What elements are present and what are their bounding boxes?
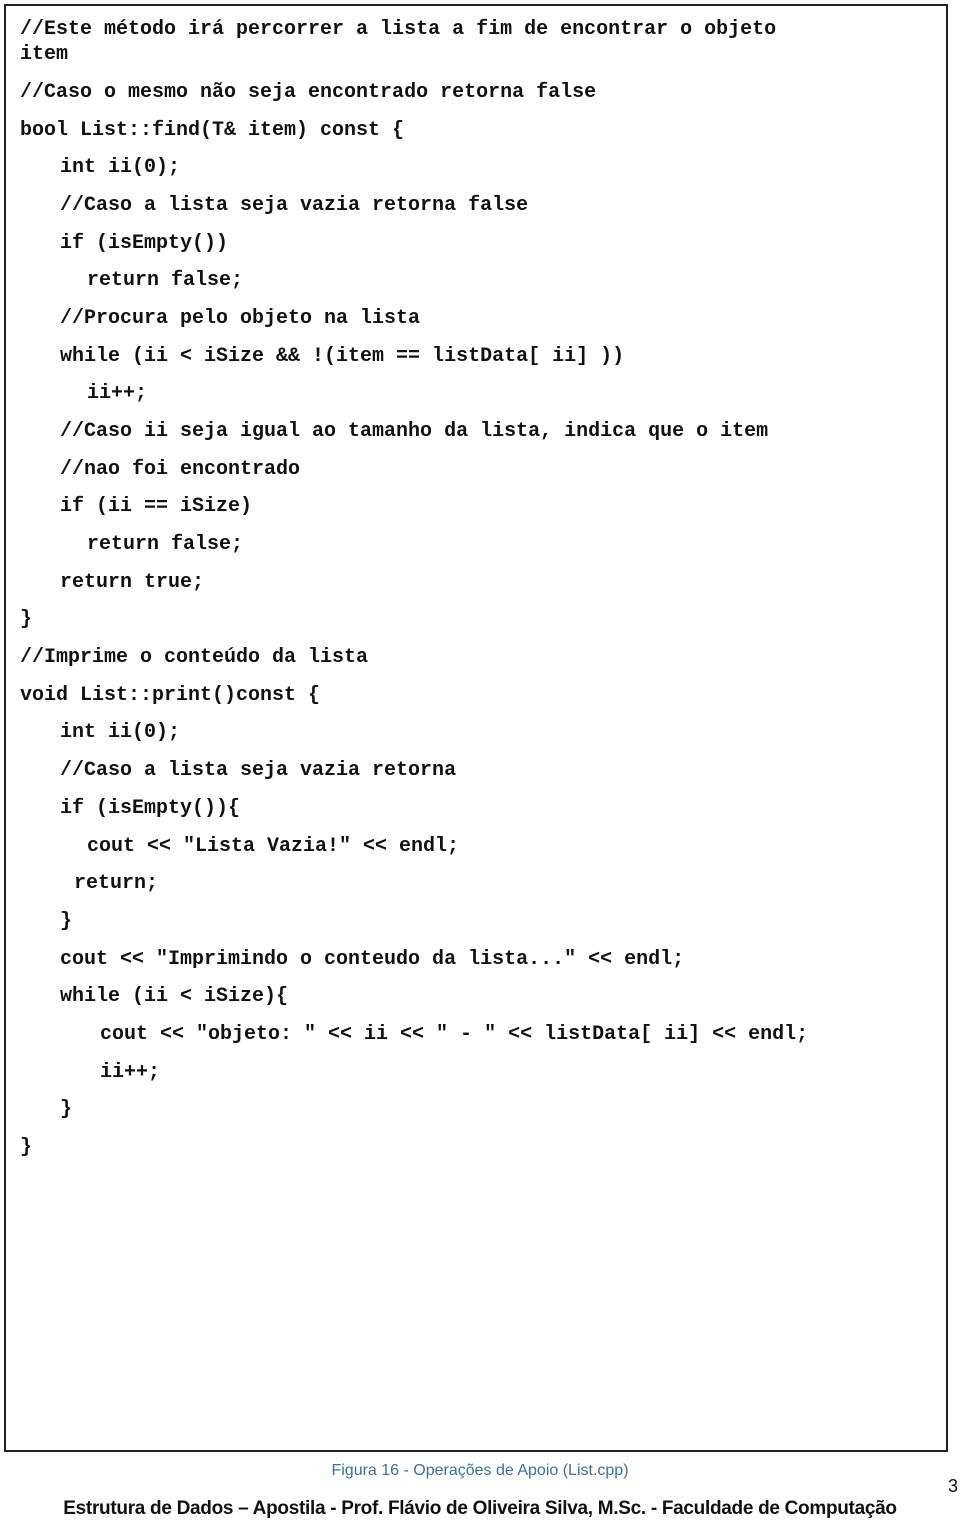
code-line: return false;	[87, 269, 244, 292]
code-line: //Caso a lista seja vazia retorna	[60, 759, 457, 782]
code-line: if (isEmpty())	[60, 232, 229, 255]
code-line: bool List::find(T& item) const {	[20, 119, 405, 142]
code-line: }	[20, 1136, 33, 1159]
code-listing-box: //Este método irá percorrer a lista a fi…	[4, 4, 948, 1452]
code-line: //Procura pelo objeto na lista	[60, 307, 421, 330]
code-line: int ii(0);	[60, 721, 181, 744]
code-line: }	[60, 1098, 73, 1121]
page-number: 3	[947, 1476, 958, 1496]
code-line: ii++;	[100, 1061, 161, 1084]
code-line: while (ii < iSize){	[60, 985, 289, 1008]
code-line: cout << "Lista Vazia!" << endl;	[87, 835, 460, 858]
code-line: int ii(0);	[60, 156, 181, 179]
code-line: }	[60, 910, 73, 933]
code-line: cout << "objeto: " << ii << " - " << lis…	[100, 1023, 809, 1046]
code-line: //Caso o mesmo não seja encontrado retor…	[20, 81, 597, 104]
code-line: //Imprime o conteúdo da lista	[20, 646, 369, 669]
code-line: return false;	[87, 533, 244, 556]
code-line: }	[20, 608, 33, 631]
code-line: while (ii < iSize && !(item == listData[…	[60, 345, 625, 368]
code-line: if (isEmpty()){	[60, 797, 241, 820]
code-line: return;	[74, 872, 159, 895]
code-line: void List::print()const {	[20, 684, 321, 707]
code-line: //Caso ii seja igual ao tamanho da lista…	[60, 420, 769, 443]
page-footer: Estrutura de Dados – Apostila - Prof. Fl…	[63, 1498, 897, 1519]
code-line: item	[20, 43, 69, 66]
code-line: cout << "Imprimindo o conteudo da lista.…	[60, 948, 685, 971]
code-line: ii++;	[87, 382, 148, 405]
code-line: if (ii == iSize)	[60, 495, 253, 518]
figure-caption: Figura 16 - Operações de Apoio (List.cpp…	[331, 1462, 629, 1479]
code-line: //Caso a lista seja vazia retorna false	[60, 194, 529, 217]
code-line: return true;	[60, 571, 205, 594]
code-line: //Este método irá percorrer a lista a fi…	[20, 18, 777, 41]
code-line: //nao foi encontrado	[60, 458, 301, 481]
